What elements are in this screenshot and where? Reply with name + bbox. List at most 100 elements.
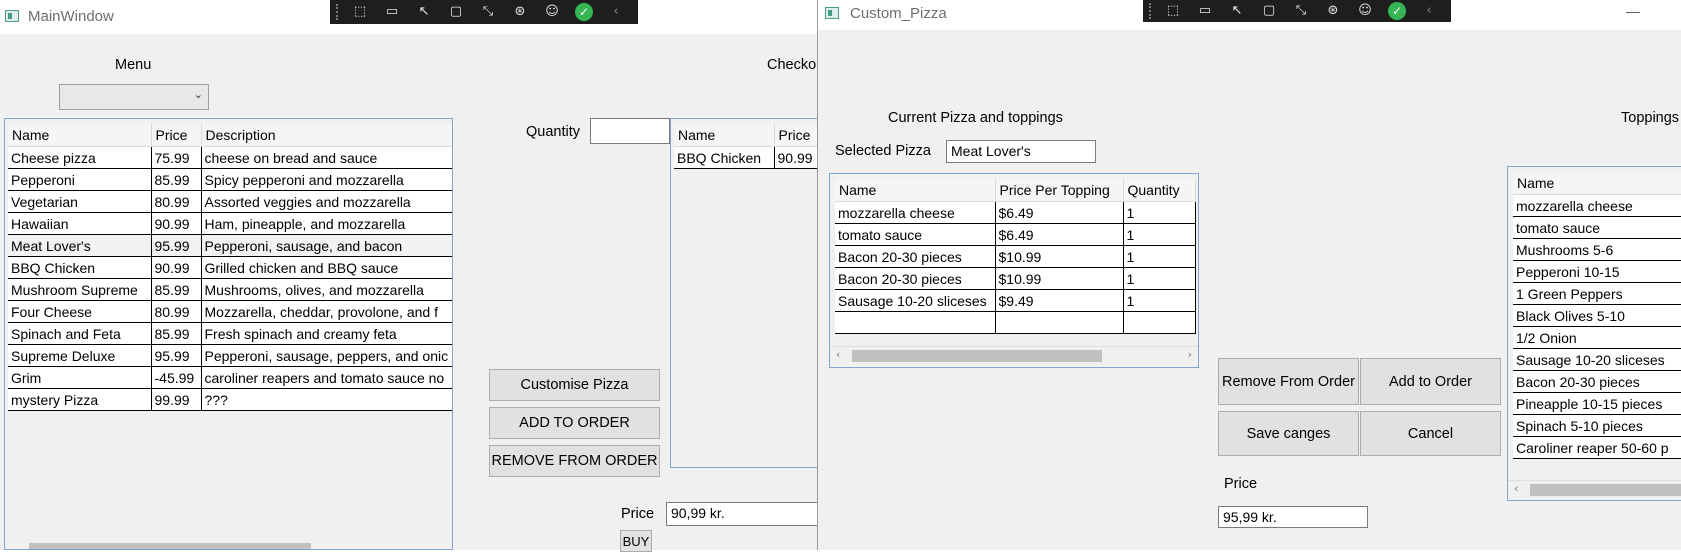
table-cell[interactable]: Bacon 20-30 pieces [835,245,996,268]
cancel-button[interactable]: Cancel [1360,411,1501,456]
table-row[interactable] [835,311,1196,334]
table-cell[interactable]: Four Cheese [8,300,152,323]
table-cell[interactable]: mozzarella cheese [835,201,996,224]
transform-icon[interactable]: ⤡ [1292,3,1310,19]
table-cell[interactable]: Caroliner reaper 50-60 p [1513,436,1681,459]
table-row[interactable]: Pineapple 10-15 pieces [1513,392,1681,415]
table-row[interactable]: Pepperoni 85.99 Spicy pepperoni and mozzar… [8,168,452,191]
table-cell[interactable]: Cheese pizza [8,146,152,169]
scrollbar-thumb[interactable] [852,350,1102,362]
column-header[interactable]: Name [674,124,775,147]
table-cell[interactable]: Mushrooms, olives, and mozzarella [201,278,452,301]
table-row[interactable]: mystery Pizza 99.99??? [8,388,452,411]
table-cell[interactable]: 99.99 [151,388,202,411]
table-cell[interactable]: Bacon 20-30 pieces [1513,370,1681,393]
table-row[interactable]: Black Olives 5-10 [1513,304,1681,327]
table-row[interactable]: BBQ Chicken 90.99 [674,146,839,169]
table-row[interactable]: Pepperoni 10-15 [1513,260,1681,283]
table-row[interactable]: Sausage 10-20 sliceses [1513,348,1681,371]
table-cell[interactable]: BBQ Chicken [674,146,775,169]
table-cell[interactable]: Pineapple 10-15 pieces [1513,392,1681,415]
video-icon[interactable]: ▭ [1196,3,1214,19]
table-row[interactable]: Mushrooms 5-6 [1513,238,1681,261]
pointer-icon[interactable]: ↖ [415,4,433,20]
table-cell[interactable]: mystery Pizza [8,388,152,411]
table-cell[interactable] [995,311,1124,334]
video-icon[interactable]: ▭ [383,4,401,20]
pointer-icon[interactable]: ↖ [1228,3,1246,19]
remove-from-order-button[interactable]: REMOVE FROM ORDER [489,445,660,477]
table-cell[interactable]: 1 [1123,245,1196,268]
table-row[interactable]: Meat Lover's 95.99 Pepperoni, sausage, and… [8,234,452,257]
table-row[interactable]: Mushroom Supreme 85.99 Mushrooms, olives, … [8,278,452,301]
add-to-order-button[interactable]: ADD TO ORDER [489,407,660,439]
table-cell[interactable]: $6.49 [995,223,1124,246]
table-cell[interactable]: Mozzarella, cheddar, provolone, and f [201,300,452,323]
table-row[interactable]: Spinach 5-10 pieces [1513,414,1681,437]
table-row[interactable]: Bacon 20-30 pieces [1513,370,1681,393]
table-cell[interactable]: 1 Green Peppers [1513,282,1681,305]
remove-from-order-button[interactable]: Remove From Order [1218,358,1359,405]
table-row[interactable]: Caroliner reaper 50-60 p [1513,436,1681,459]
customise-pizza-button[interactable]: Customise Pizza [489,369,660,401]
column-header[interactable]: Name [835,179,996,202]
current-grid-scrollbar[interactable]: ‹ › [830,346,1198,364]
table-cell[interactable] [835,311,996,334]
table-cell[interactable]: -45.99 [151,366,202,389]
table-cell[interactable]: Mushroom Supreme [8,278,152,301]
table-row[interactable]: Grim -45.99 caroliner reapers and tomato s… [8,366,452,389]
selected-pizza-field[interactable]: Meat Lover's [946,140,1096,163]
scrollbar-thumb[interactable] [1530,484,1681,496]
check-icon[interactable]: ✓ [1388,2,1406,20]
table-cell[interactable]: 1 [1123,289,1196,312]
table-row[interactable]: Supreme Deluxe 95.99 Pepperoni, sausage, p… [8,344,452,367]
buy-button[interactable]: BUY [620,530,652,552]
table-cell[interactable]: 90.99 [151,256,202,279]
table-cell[interactable]: 85.99 [151,168,202,191]
table-cell[interactable]: Pepperoni, sausage, and bacon [201,234,452,257]
table-row[interactable]: mozzarella cheese $6.49 1 [835,201,1196,224]
table-cell[interactable]: Sausage 10-20 sliceses [1513,348,1681,371]
table-cell[interactable]: Meat Lover's [8,234,152,257]
table-cell[interactable]: 85.99 [151,322,202,345]
column-header[interactable]: Description [201,124,452,147]
table-row[interactable]: 1 Green Peppers [1513,282,1681,305]
table-cell[interactable]: BBQ Chicken [8,256,152,279]
table-row[interactable]: BBQ Chicken 90.99 Grilled chicken and BBQ … [8,256,452,279]
column-header[interactable]: Price [151,124,202,147]
table-row[interactable]: Spinach and Feta 85.99 Fresh spinach and c… [8,322,452,345]
price-field[interactable]: 90,99 kr. [666,502,830,526]
menu-grid-scrollbar[interactable] [5,531,452,549]
column-header[interactable]: Quantity [1123,179,1196,202]
table-cell[interactable]: 90.99 [151,212,202,235]
collapse-icon[interactable]: ‹ [607,4,625,20]
table-cell[interactable]: $6.49 [995,201,1124,224]
order-grid[interactable]: Name Price BBQ Chicken 90.99 [670,118,840,468]
square-icon[interactable]: ▢ [447,4,465,20]
table-cell[interactable]: caroliner reapers and tomato sauce no [201,366,452,389]
table-cell[interactable]: Fresh spinach and creamy feta [201,322,452,345]
transform-icon[interactable]: ⤡ [479,4,497,20]
custom-price-field[interactable]: 95,99 kr. [1218,506,1368,528]
table-row[interactable]: Bacon 20-30 pieces $10.99 1 [835,245,1196,268]
current-toppings-grid[interactable]: Name Price Per Topping Quantity mozzarella… [829,173,1199,368]
table-row[interactable]: Bacon 20-30 pieces $10.99 1 [835,267,1196,290]
table-cell[interactable]: Spinach 5-10 pieces [1513,414,1681,437]
table-row[interactable]: Vegetarian 80.99 Assorted veggies and mozz… [8,190,452,213]
table-cell[interactable]: 1 [1123,201,1196,224]
table-cell[interactable]: 75.99 [151,146,202,169]
scroll-left-icon[interactable]: ‹ [1514,482,1518,495]
table-cell[interactable]: Vegetarian [8,190,152,213]
table-row[interactable]: tomato sauce $6.49 1 [835,223,1196,246]
table-cell[interactable]: Ham, pineapple, and mozzarella [201,212,452,235]
table-cell[interactable]: Mushrooms 5-6 [1513,238,1681,261]
scroll-right-icon[interactable]: › [1188,348,1192,361]
table-cell[interactable]: 80.99 [151,190,202,213]
table-cell[interactable]: 1 [1123,267,1196,290]
table-row[interactable]: Sausage 10-20 sliceses $9.49 1 [835,289,1196,312]
save-changes-button[interactable]: Save canges [1218,411,1359,456]
table-row[interactable]: mozzarella cheese [1513,194,1681,217]
toppings-grid[interactable]: Name mozzarella cheese tomato sauce Mushro… [1507,166,1681,501]
table-cell[interactable]: Pepperoni [8,168,152,191]
column-header[interactable]: Name [8,124,152,147]
